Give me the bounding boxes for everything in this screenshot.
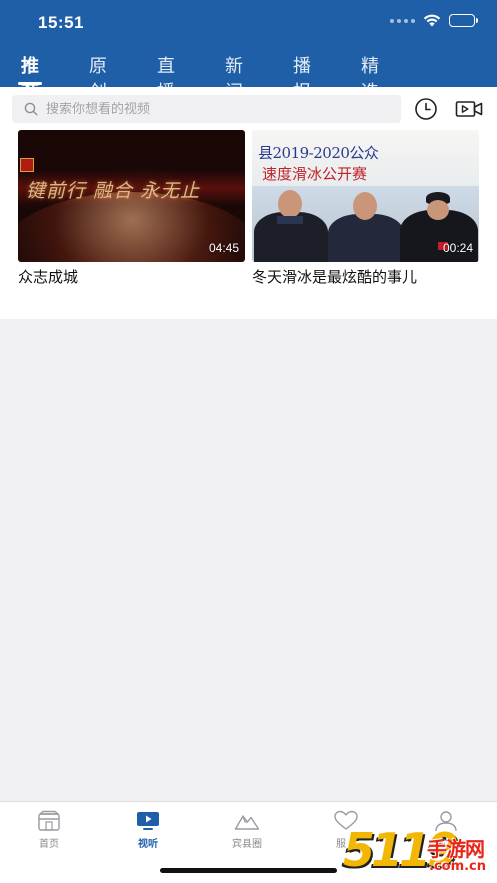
search-box[interactable] <box>12 95 401 123</box>
home-icon <box>38 810 60 831</box>
status-time: 15:51 <box>38 13 84 32</box>
seal-mark <box>20 158 34 172</box>
nav-label: 首页 <box>39 839 59 850</box>
battery-icon <box>449 14 478 27</box>
thumbnail-caption: 键前行 融合 永无止 <box>26 180 201 202</box>
video-list: 键前行 融合 永无止 04:45 众志成城 县2019-2020公众 速度滑冰公… <box>0 130 497 319</box>
history-clock-icon <box>415 98 437 120</box>
tab-broadcast[interactable]: 播报 <box>293 52 311 103</box>
tab-recommend[interactable]: 推荐 <box>18 52 42 103</box>
person-figure <box>328 214 404 262</box>
video-title[interactable]: 众志成城 <box>18 266 245 287</box>
status-bar: 15:51 <box>0 0 497 48</box>
video-upload-button[interactable] <box>454 97 484 121</box>
active-tab-indicator <box>18 82 42 85</box>
tab-original[interactable]: 原创 <box>89 52 107 103</box>
signal-icon <box>390 18 415 23</box>
video-thumbnail[interactable]: 键前行 融合 永无止 04:45 <box>18 130 245 262</box>
tv-icon <box>137 812 159 830</box>
nav-home[interactable]: 首页 <box>19 810 79 854</box>
history-button[interactable] <box>413 97 439 121</box>
status-icons <box>390 14 478 27</box>
video-camera-icon <box>455 101 483 117</box>
nav-county-circle[interactable]: 宾县圈 <box>217 810 277 854</box>
video-title[interactable]: 冬天滑冰是最炫酷的事儿 <box>252 266 479 287</box>
mountain-icon <box>234 815 260 830</box>
app-screen: 15:51 推荐 原创 直播 新 <box>0 0 497 883</box>
nav-audiovisual[interactable]: 视听 <box>118 810 178 854</box>
video-thumbnail[interactable]: 县2019-2020公众 速度滑冰公开赛 00:24 <box>252 130 479 262</box>
nav-label: 宾县圈 <box>232 839 262 850</box>
home-indicator <box>160 868 337 873</box>
watermark-logo: 5119 手游网 .com.cn <box>343 825 497 883</box>
tab-live[interactable]: 直播 <box>157 52 175 103</box>
watermark-url: .com.cn <box>429 859 487 874</box>
banner-title: 县2019-2020公众 <box>258 144 379 162</box>
video-duration: 00:24 <box>442 241 473 255</box>
search-icon <box>24 102 38 116</box>
nav-label: 视听 <box>138 839 158 850</box>
wifi-icon <box>423 14 441 27</box>
banner-subtitle: 速度滑冰公开赛 <box>262 165 368 183</box>
video-duration: 04:45 <box>208 241 239 255</box>
event-banner: 县2019-2020公众 速度滑冰公开赛 <box>252 130 479 186</box>
video-card[interactable]: 县2019-2020公众 速度滑冰公开赛 00:24 冬天滑冰是最炫酷的事儿 <box>252 130 479 287</box>
search-input[interactable] <box>46 101 366 117</box>
tab-featured[interactable]: 精选 <box>361 52 379 103</box>
tab-news[interactable]: 新闻 <box>225 52 243 103</box>
header: 15:51 推荐 原创 直播 新 <box>0 0 497 103</box>
video-card[interactable]: 键前行 融合 永无止 04:45 众志成城 <box>18 130 245 287</box>
search-row <box>0 87 497 130</box>
watermark-brand: 手游网 <box>427 837 485 861</box>
